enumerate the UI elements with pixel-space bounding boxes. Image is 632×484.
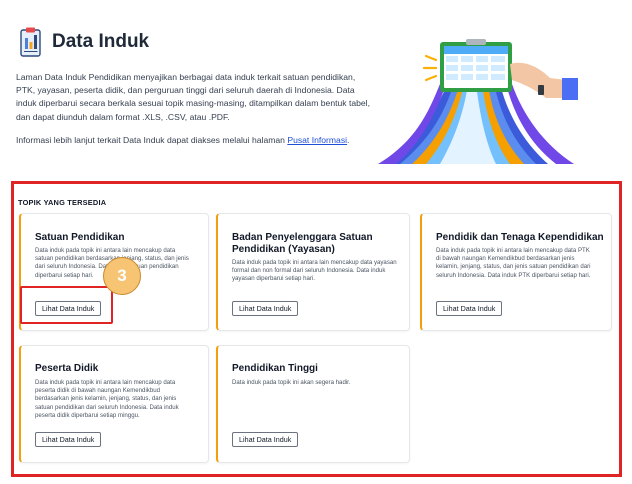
- pusat-informasi-link[interactable]: Pusat Informasi: [287, 135, 347, 145]
- topic-card-pendidikan-tinggi: Pendidikan Tinggi Data induk pada topik …: [216, 345, 410, 463]
- card-description: Data induk pada topik ini antara lain me…: [232, 259, 397, 283]
- intro-paragraph: Laman Data Induk Pendidikan menyajikan b…: [16, 72, 370, 122]
- lihat-data-induk-button[interactable]: Lihat Data Induk: [436, 301, 503, 316]
- topic-card-peserta-didik: Peserta Didik Data induk pada topik ini …: [19, 345, 209, 463]
- card-description: Data induk pada topik ini antara lain me…: [35, 379, 179, 419]
- topic-card-yayasan: Badan Penyelenggara Satuan Pendidikan (Y…: [216, 213, 410, 331]
- button-highlight-box: [20, 286, 113, 324]
- card-title: Badan Penyelenggara Satuan Pendidikan (Y…: [232, 232, 373, 255]
- page-header: Data Induk: [18, 26, 149, 58]
- document-chart-icon: [18, 26, 44, 58]
- topic-card-ptk: Pendidik dan Tenaga Kependidikan Data in…: [420, 213, 612, 331]
- card-title: Pendidik dan Tenaga Kependidikan: [436, 232, 604, 243]
- section-label: TOPIK YANG TERSEDIA: [18, 198, 107, 207]
- lihat-data-induk-button[interactable]: Lihat Data Induk: [232, 301, 299, 316]
- page-title: Data Induk: [52, 31, 150, 52]
- topics-section: TOPIK YANG TERSEDIA Satuan Pendidikan Da…: [11, 181, 622, 477]
- lihat-data-induk-button[interactable]: Lihat Data Induk: [232, 432, 299, 447]
- lihat-data-induk-button[interactable]: Lihat Data Induk: [35, 432, 102, 447]
- card-description: Data induk pada topik ini antara lain me…: [436, 247, 591, 279]
- more-info-end: .: [347, 135, 350, 145]
- card-title: Peserta Didik: [35, 363, 99, 374]
- more-info-text: Informasi lebih lanjut terkait Data Indu…: [16, 135, 285, 145]
- card-title: Satuan Pendidikan: [35, 232, 125, 243]
- card-title: Pendidikan Tinggi: [232, 363, 318, 374]
- step-badge: 3: [103, 257, 141, 295]
- data-dashboard-illustration: [378, 39, 578, 164]
- more-info-line: Informasi lebih lanjut terkait Data Indu…: [16, 135, 349, 145]
- card-description: Data induk pada topik ini akan segera ha…: [232, 379, 351, 386]
